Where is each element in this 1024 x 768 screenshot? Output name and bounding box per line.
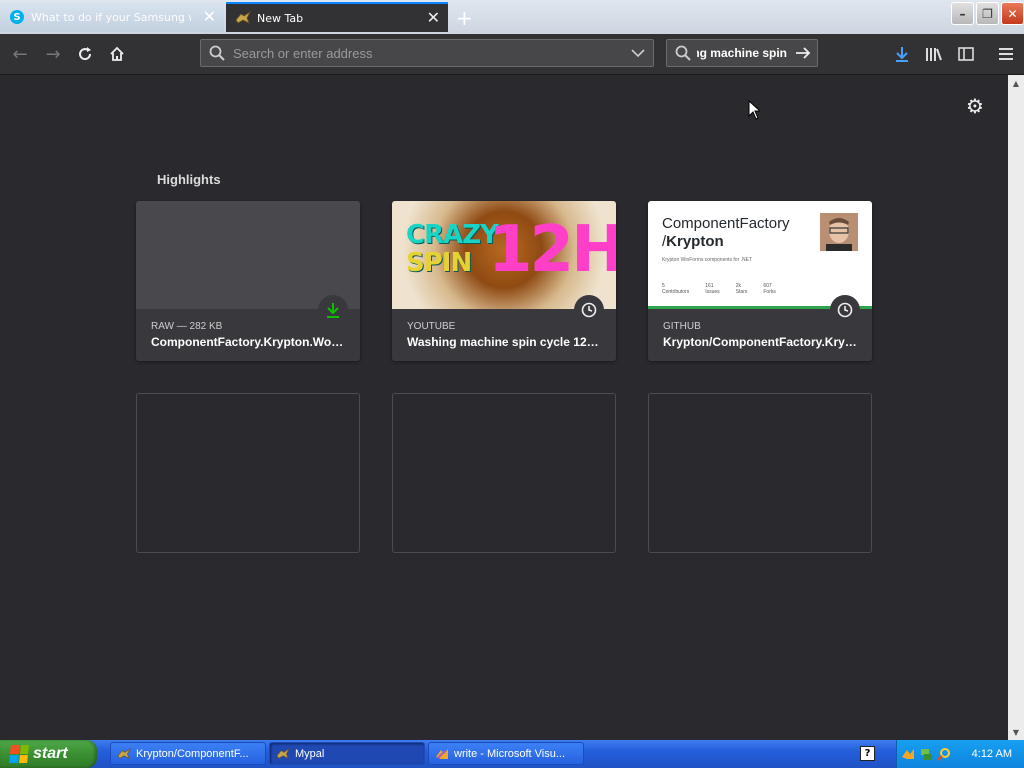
close-tab-icon[interactable]: ✕ — [427, 10, 440, 26]
windows-taskbar: start Krypton/ComponentF... Mypal write … — [0, 740, 1024, 768]
card-badge — [574, 295, 604, 325]
nav-toolbar: ← → washing machine spin — [0, 34, 1024, 75]
taskbar-button-krypton[interactable]: Krypton/ComponentF... — [110, 742, 266, 765]
card-thumbnail-github: ComponentFactory /Krypton Krypton WinFor… — [648, 201, 872, 309]
card-badge — [830, 295, 860, 325]
card-meta: YOUTUBE — [407, 321, 456, 332]
new-tab-page: ⚙ Highlights RAW — 282 KB ComponentFacto… — [0, 75, 1008, 740]
mouse-cursor-icon — [748, 99, 762, 124]
vertical-scrollbar[interactable]: ▲ ▼ — [1008, 75, 1024, 740]
help-icon[interactable]: ? — [860, 746, 875, 761]
start-button[interactable]: start — [0, 740, 97, 768]
thumb-text-12h: 12H — [488, 213, 616, 287]
gh-repo: Krypton — [666, 233, 724, 250]
scroll-up-icon[interactable]: ▲ — [1008, 75, 1024, 91]
card-thumbnail — [136, 201, 360, 309]
visual-studio-icon — [435, 747, 449, 761]
taskbar-button-mypal[interactable]: Mypal — [269, 742, 425, 765]
gh-stat: 161 Issues — [705, 283, 720, 295]
scroll-down-icon[interactable]: ▼ — [1008, 724, 1024, 740]
card-badge — [318, 295, 348, 325]
history-icon — [835, 300, 855, 320]
tab-new-tab[interactable]: New Tab ✕ — [226, 2, 448, 32]
gh-stat: 5 Contributors — [662, 283, 690, 295]
system-tray: 4:12 AM — [896, 740, 1024, 768]
download-icon — [323, 300, 343, 320]
download-icon[interactable] — [890, 42, 914, 66]
start-label: start — [33, 745, 68, 762]
skype-icon: S — [9, 9, 25, 25]
forward-arrow-icon[interactable]: → — [41, 42, 65, 66]
clock: 4:12 AM — [971, 748, 1012, 760]
tab-strip: S What to do if your Samsung wash ✕ New … — [0, 0, 1024, 34]
gh-stat: 607 Forks — [763, 283, 776, 295]
thumb-text-crazy: CRAZY — [406, 220, 499, 250]
gh-stat: 2k Stars — [735, 283, 748, 295]
mypal-icon — [276, 747, 290, 761]
window-controls: – ❐ ✕ — [951, 2, 1024, 25]
url-bar[interactable] — [200, 39, 654, 67]
history-icon — [579, 300, 599, 320]
restore-button[interactable]: ❐ — [976, 2, 999, 25]
new-tab-plus-icon[interactable]: + — [456, 6, 473, 30]
mypal-icon — [117, 747, 131, 761]
close-tab-icon[interactable]: ✕ — [203, 9, 216, 25]
minimize-button[interactable]: – — [951, 2, 974, 25]
home-icon[interactable] — [105, 42, 129, 66]
search-input[interactable]: washing machine spin — [697, 46, 787, 60]
sidebar-icon[interactable] — [954, 42, 978, 66]
chevron-down-icon[interactable] — [631, 48, 645, 58]
menu-hamburger-icon[interactable] — [994, 42, 1018, 66]
card-title: Washing machine spin cycle 12… — [407, 335, 599, 349]
gear-icon[interactable]: ⚙ — [966, 94, 984, 118]
back-arrow-icon[interactable]: ← — [8, 42, 32, 66]
search-icon — [209, 45, 225, 61]
tab-title: New Tab — [257, 11, 304, 25]
mypal-icon — [235, 10, 251, 26]
tab-title: What to do if your Samsung wash — [31, 10, 191, 24]
library-icon[interactable] — [922, 42, 946, 66]
close-window-button[interactable]: ✕ — [1001, 2, 1024, 25]
network-tray-icon[interactable] — [919, 747, 933, 761]
windows-logo-icon — [9, 745, 29, 763]
card-title: Krypton/ComponentFactory.Kry… — [663, 335, 857, 349]
gh-description: Krypton WinForms components for .NET — [662, 257, 753, 263]
avatar — [820, 213, 858, 251]
highlight-card[interactable]: RAW — 282 KB ComponentFactory.Krypton.Wo… — [136, 201, 360, 361]
search-icon — [675, 45, 691, 61]
search-tray-icon[interactable] — [937, 747, 951, 761]
url-input[interactable] — [231, 44, 631, 62]
taskbar-button-visual-studio[interactable]: write - Microsoft Visu... — [428, 742, 584, 765]
search-bar[interactable]: washing machine spin — [666, 39, 818, 67]
tab-samsung[interactable]: S What to do if your Samsung wash ✕ — [0, 2, 224, 32]
visual-studio-tray-icon[interactable] — [901, 747, 915, 761]
empty-highlight-slot — [392, 393, 616, 553]
gh-stats: 5 Contributors 161 Issues 2k Stars 607 Forks — [662, 283, 776, 295]
card-meta: RAW — 282 KB — [151, 321, 223, 332]
empty-highlight-slot — [648, 393, 872, 553]
thumb-text-spin: SPIN — [406, 248, 472, 278]
card-thumbnail-video: CRAZY SPIN 12H — [392, 201, 616, 309]
reload-icon[interactable] — [73, 42, 97, 66]
highlight-card[interactable]: ComponentFactory /Krypton Krypton WinFor… — [648, 201, 872, 361]
empty-highlight-slot — [136, 393, 360, 553]
card-meta: GITHUB — [663, 321, 701, 332]
card-title: ComponentFactory.Krypton.Wor… — [151, 335, 347, 349]
gh-owner: ComponentFactory — [662, 215, 790, 232]
search-go-arrow-icon[interactable] — [795, 46, 811, 60]
highlights-heading: Highlights — [157, 172, 221, 187]
highlight-card[interactable]: CRAZY SPIN 12H YOUTUBE Washing machine s… — [392, 201, 616, 361]
